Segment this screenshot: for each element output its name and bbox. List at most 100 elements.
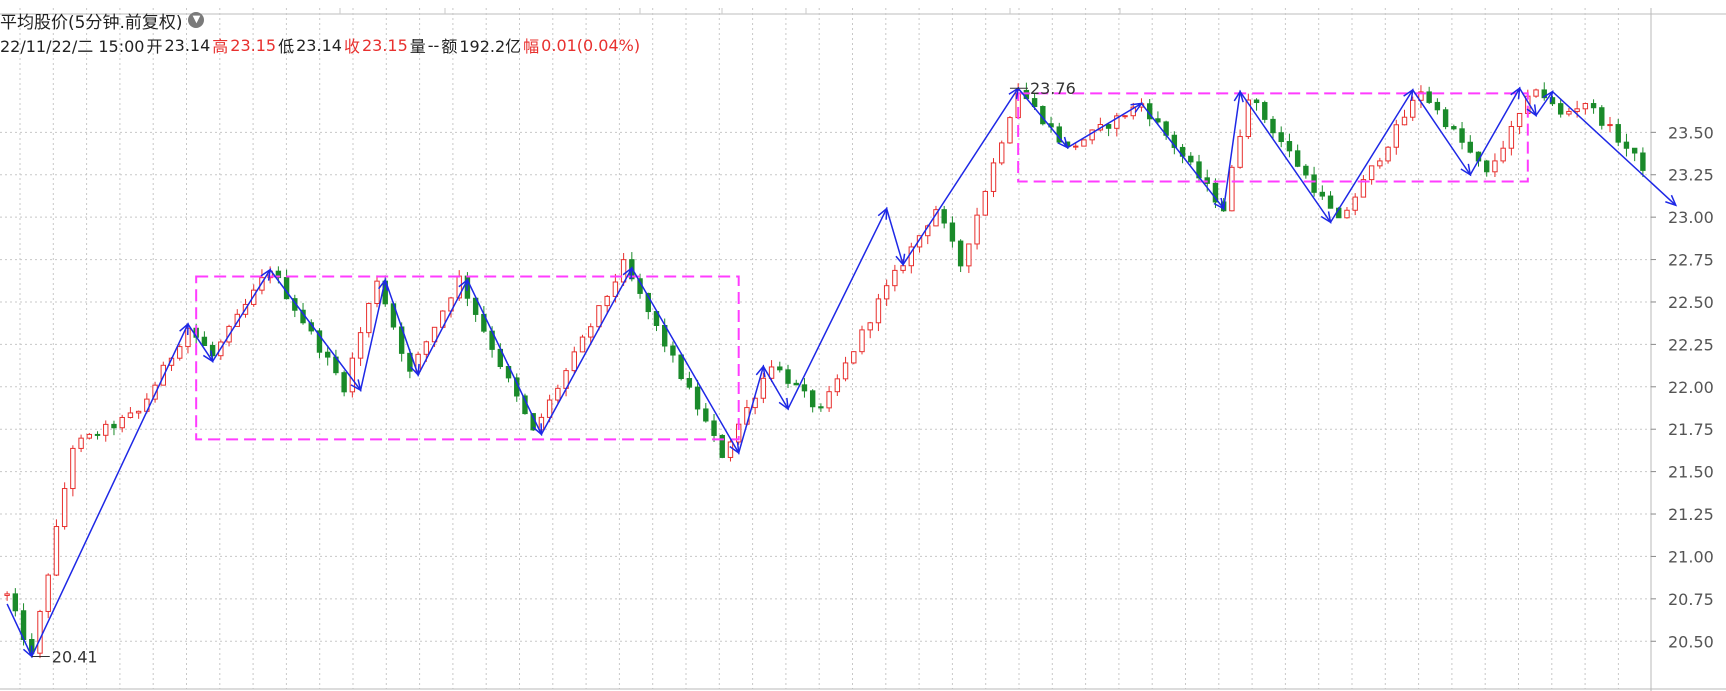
candle-body xyxy=(900,265,906,271)
zigzag-arrowhead xyxy=(778,397,789,411)
candle-body xyxy=(1311,174,1317,193)
candle-body xyxy=(1385,146,1391,162)
candle-body xyxy=(1508,126,1515,149)
candle-body xyxy=(703,408,709,422)
high-value: 23.15 xyxy=(230,35,277,55)
candle-body xyxy=(1229,166,1235,212)
y-tick-label: 20.50 xyxy=(1668,632,1714,651)
y-tick-label: 22.75 xyxy=(1668,251,1714,270)
candle-body xyxy=(1401,116,1408,126)
candle-body xyxy=(711,420,717,436)
candle-body xyxy=(1623,141,1630,149)
consolidation-boxes xyxy=(195,92,1529,441)
candle-body xyxy=(1368,165,1375,181)
candle-body xyxy=(760,377,767,399)
candle-body xyxy=(686,378,693,388)
candle-body xyxy=(1286,141,1293,152)
candle-body xyxy=(670,345,676,356)
title-row: 平均股价(5分钟.前复权) ▼ xyxy=(0,8,205,33)
candle-body xyxy=(1270,118,1276,134)
candle-body xyxy=(1640,152,1646,171)
y-tick-label: 22.50 xyxy=(1668,293,1714,312)
candle-body xyxy=(1278,132,1284,143)
candle-body xyxy=(949,222,956,242)
candle-body xyxy=(1319,191,1326,197)
chart-title[interactable]: 平均股价(5分钟.前复权) xyxy=(0,8,182,33)
candle-body xyxy=(1467,141,1473,153)
y-tick-label: 23.25 xyxy=(1668,166,1714,185)
candle-body xyxy=(1105,123,1112,129)
candle-body xyxy=(1426,91,1432,103)
candle-body xyxy=(1377,160,1383,167)
candle-body xyxy=(1434,101,1441,111)
candle-body xyxy=(1294,150,1301,167)
candle-body xyxy=(1352,196,1358,211)
candle-body xyxy=(127,412,134,418)
candle-body xyxy=(941,209,947,224)
candle-body xyxy=(982,190,988,216)
candle-body xyxy=(1484,160,1490,173)
candle-body xyxy=(357,332,364,359)
candle-body xyxy=(588,326,594,338)
zigzag-arrowhead xyxy=(202,350,214,363)
candle-body xyxy=(867,322,873,331)
zigzag-polyline xyxy=(6,86,1677,659)
candle-body xyxy=(875,298,882,324)
candle-body xyxy=(834,378,841,393)
candle-body xyxy=(53,526,60,576)
y-tick-label: 21.00 xyxy=(1668,547,1714,566)
candle-body xyxy=(374,280,380,305)
y-tick-label: 21.75 xyxy=(1668,420,1714,439)
candle-body xyxy=(1410,99,1416,118)
candle-body xyxy=(1451,126,1457,130)
candle-body xyxy=(177,346,183,359)
candle-body xyxy=(1237,136,1243,168)
candle-body xyxy=(826,391,832,409)
candle-body xyxy=(1393,124,1399,148)
y-tick-label: 23.50 xyxy=(1668,123,1714,142)
candle-body xyxy=(1303,165,1309,176)
y-tick-label: 23.00 xyxy=(1668,208,1714,227)
candle-body xyxy=(571,351,577,372)
candle-body xyxy=(1615,124,1621,143)
candle-body xyxy=(818,406,824,409)
candle-body xyxy=(851,351,857,364)
candle-body xyxy=(842,362,849,380)
chart-header: 平均股价(5分钟.前复权) ▼ 22/11/22/二 15:00 开 23.14 … xyxy=(0,8,1000,56)
candle-body xyxy=(1607,124,1613,127)
price-annotation: 20.41 xyxy=(52,648,98,667)
gridlines xyxy=(0,8,1651,689)
candle-body xyxy=(555,387,561,401)
zigzag-arrowhead xyxy=(1460,163,1472,177)
candle-body xyxy=(86,433,93,439)
candlestick-chart: 23.50 23.25 23.00 22.75 22.50 22.25 22.00 21.75… xyxy=(0,8,1726,691)
candle-body xyxy=(620,259,627,283)
candle-body xyxy=(785,369,791,384)
close-value: 23.15 xyxy=(361,35,408,55)
zigzag-arrowhead xyxy=(1403,88,1414,101)
candle-body xyxy=(111,423,117,429)
candle-body xyxy=(1459,128,1465,143)
candle-body xyxy=(103,423,109,436)
candle-body xyxy=(793,382,799,386)
candle-body xyxy=(1327,195,1334,209)
open-label: 开 xyxy=(146,37,163,56)
y-tick-label: 20.75 xyxy=(1668,590,1714,609)
candle-body xyxy=(596,305,602,328)
y-tick-label: 21.50 xyxy=(1668,463,1714,482)
candle-body xyxy=(366,303,372,334)
candle-body xyxy=(423,341,430,355)
candle-body xyxy=(957,240,964,267)
chevron-down-icon[interactable]: ▼ xyxy=(188,12,205,28)
y-tick-label: 22.25 xyxy=(1668,335,1714,354)
amount-label: 额 xyxy=(441,37,458,56)
candle-body xyxy=(45,574,51,612)
candle-body xyxy=(990,162,997,192)
candle-body xyxy=(1566,110,1572,115)
candle-body xyxy=(966,243,972,267)
candle-body xyxy=(1253,99,1260,104)
candles xyxy=(4,82,1646,659)
candle-body xyxy=(341,372,347,393)
candle-body xyxy=(974,214,980,245)
candle-body xyxy=(94,433,101,436)
